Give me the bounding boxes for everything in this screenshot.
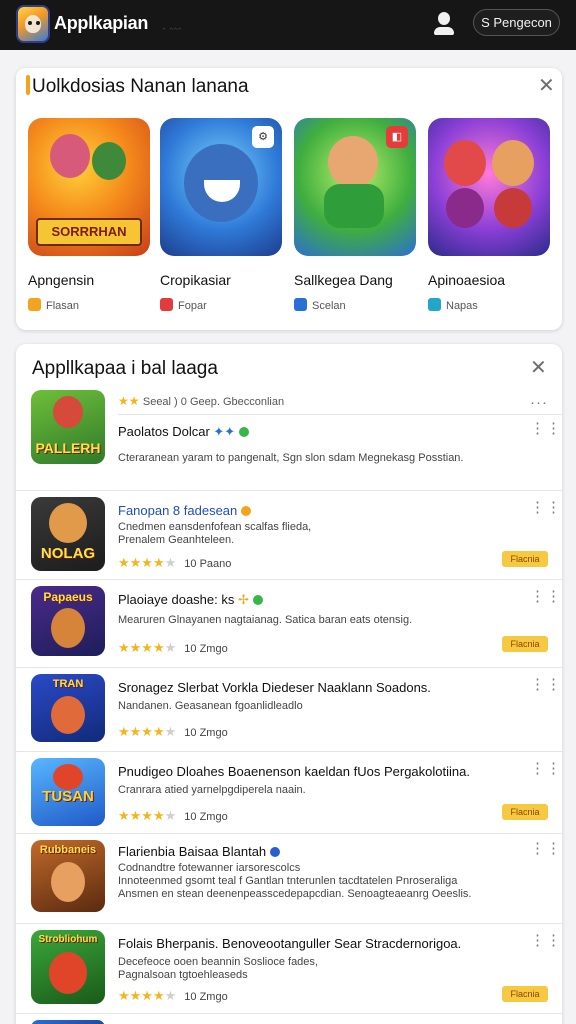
featured-thumbnail: SORRRHAN [28,118,150,256]
list-item[interactable]: Papaeus Plaoiaye doashe: ks ✢ ⋮⋮ Mearure… [16,579,562,667]
more-options-icon[interactable]: ⋮⋮ [530,841,561,856]
featured-item-tag: Fopar [160,298,207,312]
featured-item-name: Sallkegea Dang [294,272,393,288]
rating-stars: ★★★★★ 10 Paano [118,555,232,570]
list-title: Appllkapaa i bal laaga [32,358,218,379]
install-button[interactable]: Flacnia [502,636,548,652]
install-button[interactable]: Flacnia [502,986,548,1002]
list-item[interactable]: TUSAN Pnudigeo Dloahes Boaenenson kaelda… [16,751,562,833]
rating-stars: ★★★★★ 10 Zmgo [118,988,228,1003]
featured-item-name: Cropikasiar [160,272,231,288]
app-description: Pagnalsoan tgtoehleaseds [118,969,248,981]
app-icon: Strobliohum [31,930,105,1004]
featured-thumbnail: ⚙ [160,118,282,256]
featured-item-tag: Scelan [294,298,346,312]
header-faint-text: ꞈ ꞈꞈꞈ [162,16,182,30]
list-item[interactable]: Strobliohum Folais Bherpanis. Benoveoota… [16,923,562,1013]
app-description: Nandanen. Geasanean fgoanlidleadlo [118,700,303,712]
featured-banner: SORRRHAN [36,218,142,246]
app-title: Applkapian [54,13,149,33]
featured-card: Uolkdosias Nanan lanana ✕ SORRRHAN Apnge… [16,68,562,330]
app-description: Cnedmen eansdenfofean scalfas flieda, [118,521,312,533]
user-icon[interactable] [434,12,454,36]
app-description: Prenalem Geanhteleen. [118,534,235,546]
app-icon: TRAN [31,674,105,742]
app-icon [31,1020,105,1024]
list-item[interactable]: Rubbaneis Flarienbia Baisaa Blantah ⋮⋮ C… [16,833,562,923]
app-logo-icon[interactable] [16,5,50,43]
featured-item[interactable]: Apinoaesioa Napas [428,118,550,312]
list-item[interactable]: TRAN Sronagez Slerbat Vorkla Diedeser Na… [16,667,562,751]
install-button[interactable]: Flacnia [502,804,548,820]
featured-item-name: Apinoaesioa [428,272,506,288]
more-options-icon[interactable]: ⋮⋮ [530,933,561,948]
more-options-icon[interactable]: ··· [530,395,547,410]
install-button[interactable]: Flacnia [502,551,548,567]
app-title: Paolatos Dolcar ✦✦ [118,424,249,440]
badge-icon: ◧ [386,126,408,148]
rating-stars: ★★★★★ 10 Zmgo [118,724,228,739]
featured-item-tag: Flasan [28,298,79,312]
list-item[interactable] [16,1013,562,1024]
app-icon: TUSAN [31,758,105,826]
close-icon[interactable]: ✕ [538,76,555,96]
featured-thumbnail: ◧ [294,118,416,256]
app-list-card: Appllkapaa i bal laaga ✕ PALLERH ★★ Seea… [16,344,562,1024]
app-description: Mearuren Glnayanen nagtaianag. Satica ba… [118,614,413,626]
list-item[interactable]: PALLERH ★★ Seeal ) 0 Geep. Gbecconlian ·… [16,390,562,490]
close-icon[interactable]: ✕ [530,358,547,378]
subheader-meta: ★★ Seeal ) 0 Geep. Gbecconlian [118,394,285,408]
app-description: Cteraranean yaram to pangenalt, Sgn slon… [118,452,464,464]
featured-item-name: Apngensin [28,272,95,288]
app-description: Cranrara atied yarnelpgdiperela naain. [118,784,306,796]
featured-item[interactable]: SORRRHAN Apngensin Flasan [28,118,150,312]
app-title: Flarienbia Baisaa Blantah [118,844,280,859]
app-title: Pnudigeo Dloahes Boaenenson kaeldan fUos… [118,764,470,779]
app-title: Sronagez Slerbat Vorkla Diedeser Naaklan… [118,680,431,695]
featured-item[interactable]: ⚙ Cropikasiar Fopar [160,118,282,312]
app-description: Ansmen en stean deenenpeasscedepapcdian.… [118,888,472,900]
app-icon: PALLERH [31,390,105,464]
featured-item-tag: Napas [428,298,478,312]
app-title: Folais Bherpanis. Benoveootanguller Sear… [118,936,462,951]
more-options-icon[interactable]: ⋮⋮ [530,500,561,515]
app-title: Fanopan 8 fadesean [118,503,251,518]
app-description: Codnandtre fotewanner iarsorescolcs [118,862,301,874]
more-options-icon[interactable]: ⋮⋮ [530,421,561,436]
signin-button[interactable]: S Pengecon [473,9,560,36]
featured-item[interactable]: ◧ Sallkegea Dang Scelan [294,118,416,312]
app-title: Plaoiaye doashe: ks ✢ [118,592,263,608]
app-icon: Papaeus [31,586,105,656]
app-description: Decefeoce ooen beannin Soslioce fades, [118,956,318,968]
rating-stars: ★★★★★ 10 Zmgo [118,640,228,655]
rating-stars: ★★★★★ 10 Zmgo [118,808,228,823]
more-options-icon[interactable]: ⋮⋮ [530,589,561,604]
top-bar: Applkapian ꞈ ꞈꞈꞈ S Pengecon [0,0,576,50]
featured-thumbnail [428,118,550,256]
app-icon: Rubbaneis [31,840,105,912]
featured-accent-bar [26,75,30,95]
more-options-icon[interactable]: ⋮⋮ [530,677,561,692]
more-options-icon[interactable]: ⋮⋮ [530,761,561,776]
app-description: Innoteenmed gsomt teal f Gantlan tnterun… [118,875,458,887]
list-item[interactable]: NOLAG Fanopan 8 fadesean ⋮⋮ Cnedmen eans… [16,490,562,579]
app-icon: NOLAG [31,497,105,571]
featured-title: Uolkdosias Nanan lanana [32,76,249,97]
